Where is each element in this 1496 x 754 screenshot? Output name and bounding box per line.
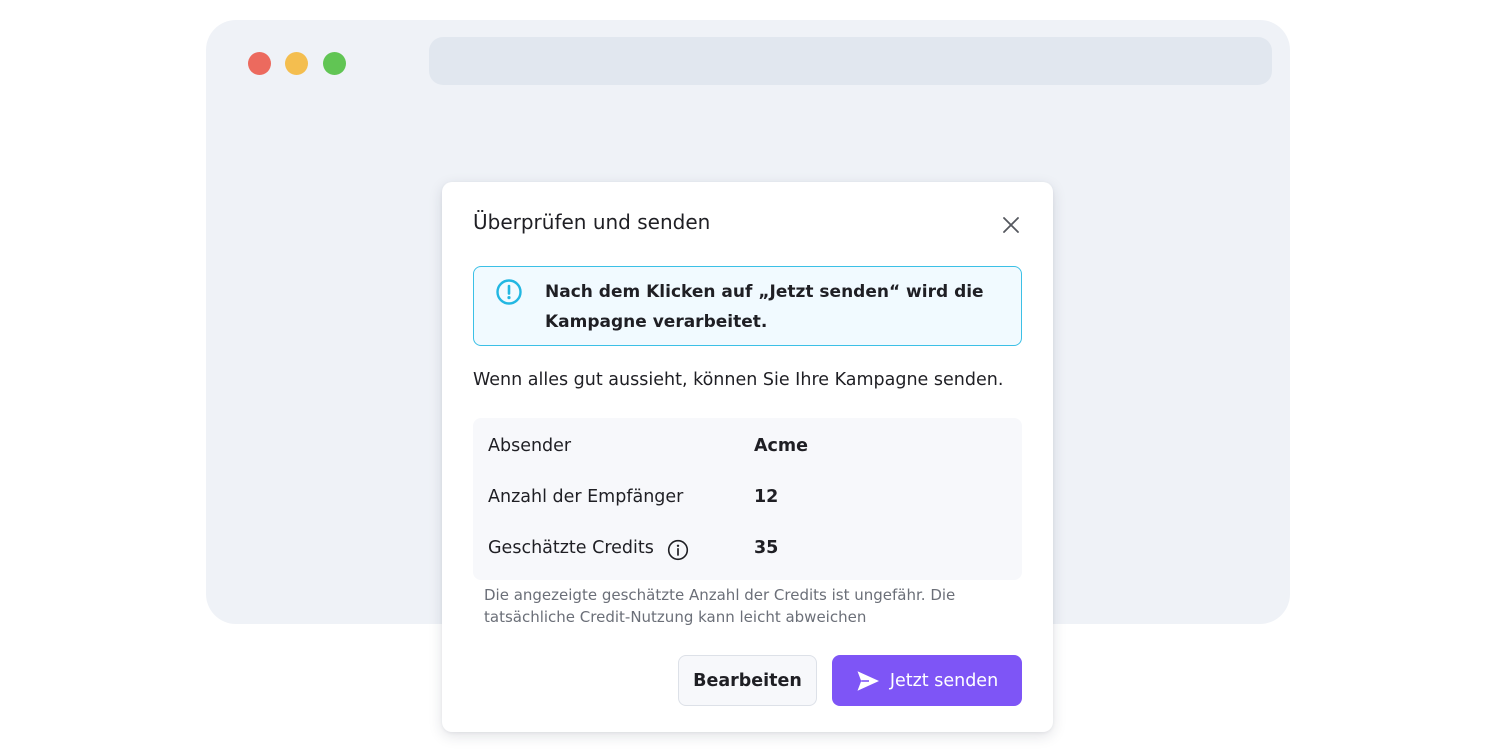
edit-button-label: Bearbeiten xyxy=(693,670,802,691)
window-minimize-dot[interactable] xyxy=(285,52,308,75)
recipients-value: 12 xyxy=(754,487,779,507)
intro-text: Wenn alles gut aussieht, können Sie Ihre… xyxy=(473,370,1004,390)
recipients-label: Anzahl der Empfänger xyxy=(488,487,684,507)
send-icon xyxy=(857,670,879,691)
send-now-button-label: Jetzt senden xyxy=(889,670,999,691)
credits-footnote: Die angezeigte geschätzte Anzahl der Cre… xyxy=(484,586,956,626)
credits-value: 35 xyxy=(754,538,779,558)
credits-label: Geschätzte Credits xyxy=(488,538,654,558)
dialog-title: Überprüfen und senden xyxy=(473,210,711,234)
address-bar[interactable] xyxy=(429,37,1272,85)
review-send-dialog: Überprüfen und senden Nach dem Klicken a… xyxy=(442,182,1053,732)
send-now-button[interactable]: Jetzt senden xyxy=(832,655,1022,706)
edit-button[interactable]: Bearbeiten xyxy=(678,655,817,706)
sender-label: Absender xyxy=(488,436,572,456)
alert-circle-icon xyxy=(496,279,522,305)
info-icon[interactable] xyxy=(667,539,689,561)
summary-row-credits: Geschätzte Credits 35 xyxy=(488,538,1008,562)
summary-row-recipients: Anzahl der Empfänger 12 xyxy=(488,487,1008,511)
notice-text: Nach dem Klicken auf „Jetzt senden“ wird… xyxy=(545,282,984,332)
campaign-summary: Absender Acme Anzahl der Empfänger 12 Ge… xyxy=(473,418,1022,580)
close-button[interactable] xyxy=(998,212,1024,238)
info-notice: Nach dem Klicken auf „Jetzt senden“ wird… xyxy=(473,266,1022,346)
summary-row-sender: Absender Acme xyxy=(488,436,1008,460)
close-icon xyxy=(1003,217,1019,233)
window-close-dot[interactable] xyxy=(248,52,271,75)
window-maximize-dot[interactable] xyxy=(323,52,346,75)
sender-value: Acme xyxy=(754,436,809,456)
